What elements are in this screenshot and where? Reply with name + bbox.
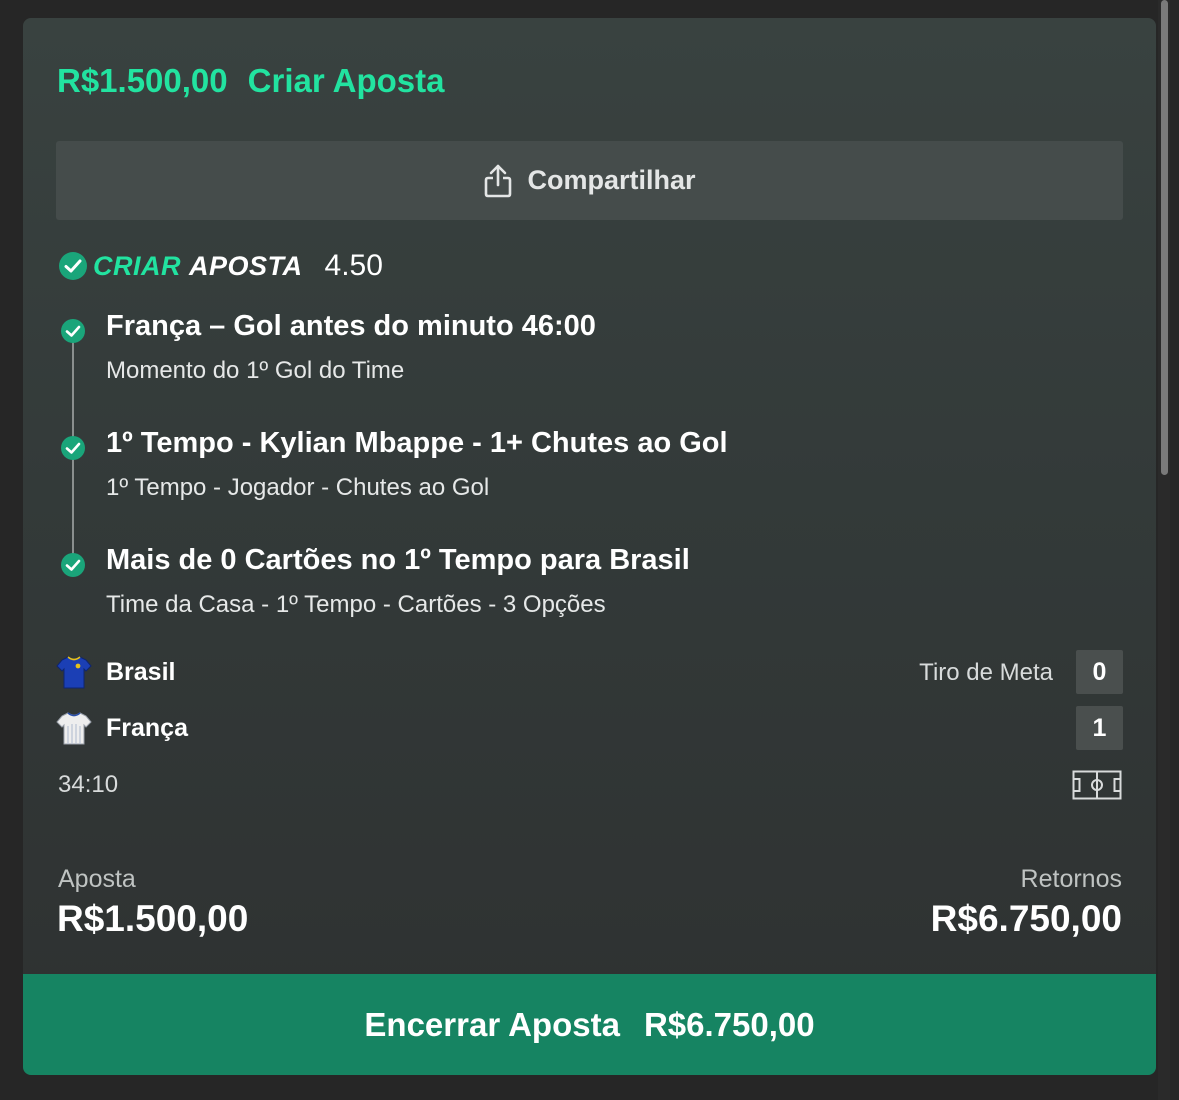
scrollbar-thumb[interactable] xyxy=(1161,0,1168,475)
header-title: Criar Aposta xyxy=(247,62,445,99)
share-button[interactable]: Compartilhar xyxy=(56,141,1123,220)
cashout-label: Encerrar Aposta xyxy=(364,1005,620,1043)
pitch-icon[interactable] xyxy=(1072,770,1122,800)
cashout-value: R$6.750,00 xyxy=(643,1005,815,1043)
header-amount: R$1.500,00 xyxy=(57,62,228,99)
team-score: 0 xyxy=(1076,650,1123,694)
match-clock: 34:10 xyxy=(58,771,119,798)
away-shirt-icon xyxy=(56,712,92,745)
cashout-button[interactable]: Encerrar Aposta R$6.750,00 xyxy=(23,974,1156,1075)
bet-builder-badge-word1: CRIAR xyxy=(93,250,181,281)
selection-market: Time da Casa - 1º Tempo - Cartões - 3 Op… xyxy=(106,591,606,618)
page: R$1.500,00 Criar Aposta Compartilhar CRIA… xyxy=(0,0,1179,1100)
share-button-label: Compartilhar xyxy=(527,165,696,195)
bet-builder-badge-word2: APOSTA xyxy=(189,250,303,281)
team-row-home: Brasil Tiro de Meta 0 xyxy=(56,650,1123,694)
share-icon xyxy=(485,164,512,197)
bet-builder-row: CRIAR APOSTA 4.50 xyxy=(58,246,383,286)
check-circle-icon xyxy=(61,553,85,577)
selection-market: Momento do 1º Gol do Time xyxy=(106,357,405,384)
bet-builder-badge: CRIAR APOSTA xyxy=(93,251,303,282)
team-score: 1 xyxy=(1076,706,1123,750)
team-name: França xyxy=(106,714,188,742)
stat-label: Tiro de Meta xyxy=(919,659,1053,686)
selection-title: 1º Tempo - Kylian Mbappe - 1+ Chutes ao … xyxy=(106,427,728,459)
stake-value: R$1.500,00 xyxy=(57,898,249,939)
selection-title: Mais de 0 Cartões no 1º Tempo para Brasi… xyxy=(106,544,690,576)
stake-label: Aposta xyxy=(58,865,136,893)
check-circle-icon xyxy=(61,319,85,343)
returns-value: R$6.750,00 xyxy=(930,898,1122,939)
home-shirt-icon xyxy=(56,656,92,689)
selection-market: 1º Tempo - Jogador - Chutes ao Gol xyxy=(106,474,490,501)
bet-card: R$1.500,00 Criar Aposta Compartilhar CRIA… xyxy=(23,18,1156,1075)
selection-title: França – Gol antes do minuto 46:00 xyxy=(106,310,596,342)
team-name: Brasil xyxy=(106,658,176,686)
returns-label: Retornos xyxy=(1020,865,1122,893)
check-circle-icon xyxy=(61,436,85,460)
bet-header: R$1.500,00 Criar Aposta xyxy=(57,62,444,100)
check-circle-icon xyxy=(59,252,87,280)
bet-odds: 4.50 xyxy=(324,249,383,282)
team-row-away: França 1 xyxy=(56,706,1123,750)
